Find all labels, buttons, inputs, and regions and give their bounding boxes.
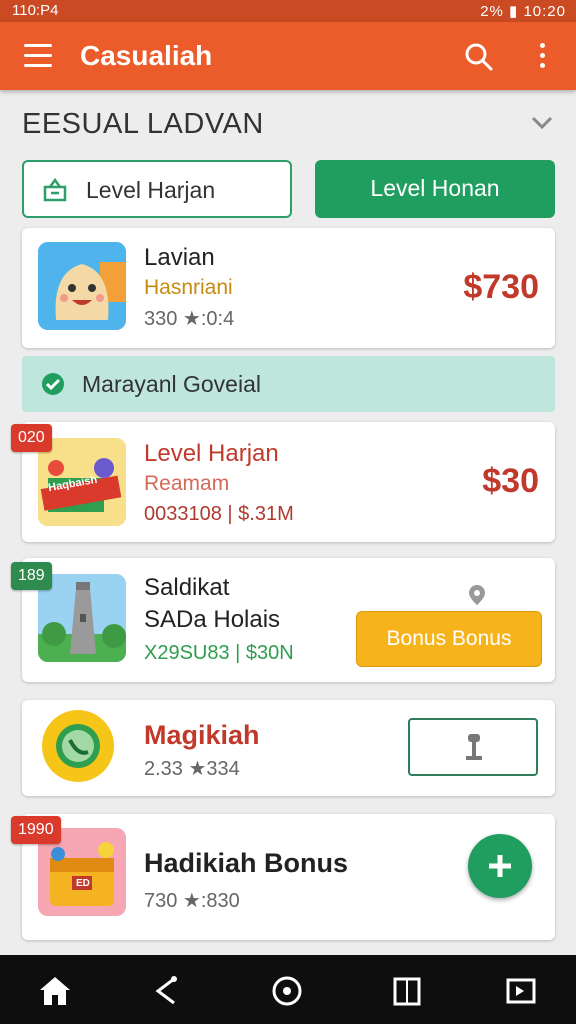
list-item[interactable]: Saldikat SADa Holais X29SU83 | $30N Bonu… bbox=[22, 558, 555, 682]
item-price: $730 bbox=[463, 268, 539, 306]
circle-nav-icon[interactable] bbox=[270, 975, 304, 1007]
search-icon[interactable] bbox=[464, 42, 494, 72]
microphone-icon bbox=[466, 734, 482, 760]
status-bar: 110:P4 2% ▮ 10:20 bbox=[0, 0, 576, 22]
item-name: Saldikat bbox=[144, 574, 230, 601]
item-subtitle: Reamam bbox=[144, 472, 230, 495]
share-icon[interactable] bbox=[150, 975, 184, 1007]
level-honan-label: Level Honan bbox=[370, 175, 500, 201]
home-icon[interactable] bbox=[38, 975, 72, 1007]
bonus-button-label: Bonus Bonus bbox=[386, 627, 512, 650]
rank-badge: 020 bbox=[11, 424, 52, 452]
item-meta: 730 ★:830 bbox=[144, 890, 240, 912]
chevron-down-icon[interactable] bbox=[530, 114, 554, 132]
hamburger-menu-icon[interactable] bbox=[24, 44, 52, 68]
list-item[interactable]: Magikiah 2.33 ★334 bbox=[22, 700, 555, 796]
location-pin-icon bbox=[469, 585, 485, 605]
bonus-button[interactable]: Bonus Bonus bbox=[356, 611, 542, 667]
app-thumbnail bbox=[38, 242, 126, 330]
more-options-icon[interactable] bbox=[538, 43, 548, 71]
mascot-icon bbox=[38, 242, 126, 330]
item-meta: X29SU83 | $30N bbox=[144, 642, 294, 664]
app-thumbnail bbox=[38, 706, 118, 786]
media-icon[interactable] bbox=[504, 975, 538, 1007]
level-honan-button[interactable]: Level Honan bbox=[315, 160, 555, 218]
item-name: Lavian bbox=[144, 244, 215, 271]
item-meta: 0033108 | $.31M bbox=[144, 503, 294, 525]
phone-badge-icon bbox=[42, 710, 114, 782]
banner-label: Marayanl Goveial bbox=[82, 371, 261, 397]
action-button[interactable] bbox=[408, 718, 538, 776]
item-name: Hadikiah Bonus bbox=[144, 848, 349, 878]
check-circle-icon bbox=[42, 373, 64, 395]
status-indicators: 2% ▮ 10:20 bbox=[480, 3, 566, 20]
item-name: Level Harjan bbox=[144, 440, 279, 467]
bottom-nav-bar bbox=[0, 955, 576, 1024]
level-harjan-button[interactable]: Level Harjan bbox=[22, 160, 292, 218]
item-name: Magikiah bbox=[144, 720, 260, 750]
rank-badge: 1990 bbox=[11, 816, 61, 844]
app-title: Casualiah bbox=[80, 40, 213, 71]
rank-badge: 189 bbox=[11, 562, 52, 590]
app-thumbnail: Haqbaish bbox=[38, 438, 126, 526]
app-bar: Casualiah bbox=[0, 22, 576, 90]
item-meta: 330 ★:0:4 bbox=[144, 308, 235, 330]
add-button[interactable] bbox=[468, 834, 532, 898]
plus-icon bbox=[489, 855, 511, 877]
thumbnail-text: ED bbox=[76, 878, 90, 889]
item-price: $30 bbox=[482, 462, 539, 500]
item-subtitle: SADa Holais bbox=[144, 606, 281, 633]
item-subtitle: Hasnriani bbox=[144, 276, 233, 299]
book-icon[interactable] bbox=[390, 975, 424, 1007]
list-item[interactable]: ED Hadikiah Bonus 730 ★:830 bbox=[22, 814, 555, 940]
section-title: EESUAL LADVAN bbox=[22, 108, 264, 140]
level-harjan-label: Level Harjan bbox=[86, 177, 216, 203]
basket-icon bbox=[43, 177, 67, 202]
item-meta: 2.33 ★334 bbox=[144, 758, 240, 780]
list-item[interactable]: Haqbaish Level Harjan Reamam 0033108 | $… bbox=[22, 422, 555, 542]
list-item[interactable]: Lavian Hasnriani 330 ★:0:4 $730 bbox=[22, 228, 555, 348]
info-banner[interactable]: Marayanl Goveial bbox=[22, 356, 555, 412]
status-time-left: 110:P4 bbox=[12, 2, 59, 19]
